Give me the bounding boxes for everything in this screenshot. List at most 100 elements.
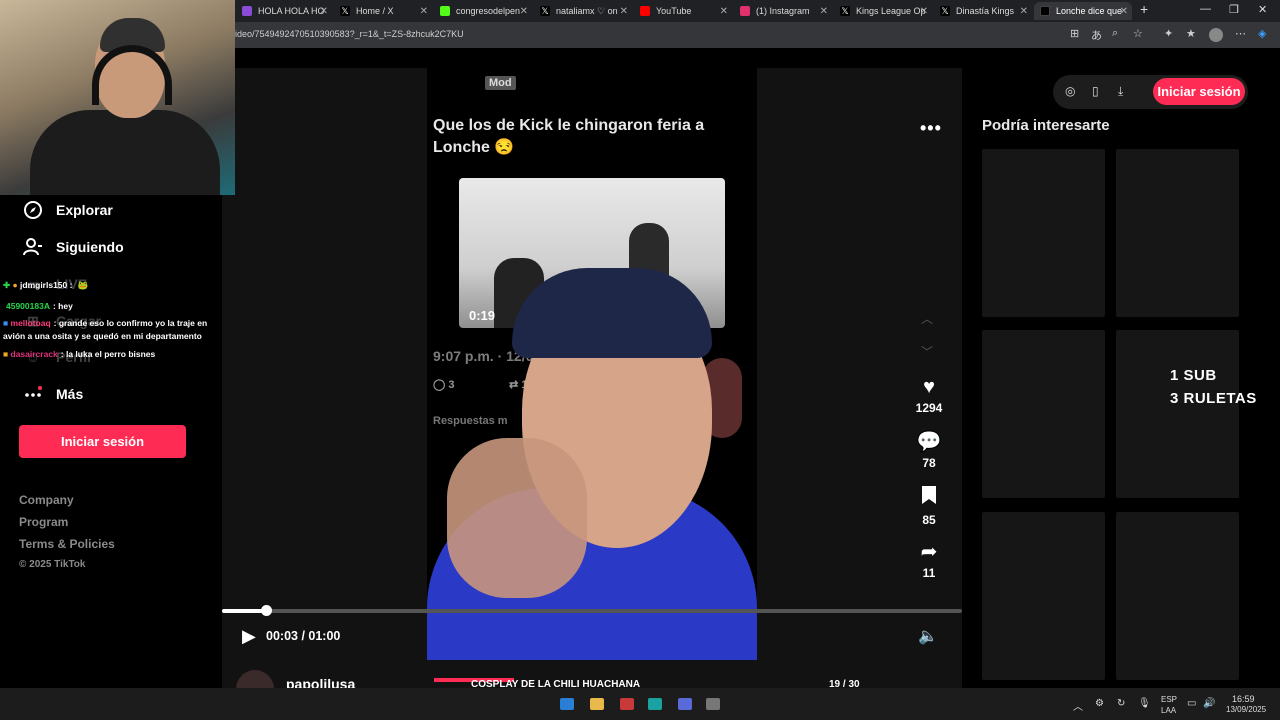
- display-icon[interactable]: ▭: [1187, 698, 1196, 709]
- tab-youtube[interactable]: YouTube ✕: [634, 2, 732, 20]
- twitch-icon: [242, 6, 252, 16]
- new-tab-button[interactable]: +: [1140, 1, 1148, 17]
- volume-icon[interactable]: 🔈: [918, 626, 938, 646]
- author-avatar[interactable]: [236, 670, 274, 688]
- profile-avatar[interactable]: [1209, 28, 1223, 42]
- chevron-up-icon[interactable]: ︿: [921, 310, 933, 327]
- close-window-icon[interactable]: ✕: [1258, 3, 1267, 16]
- network-tray-icon[interactable]: ⚙: [1095, 698, 1104, 709]
- stream-overlay-line1: 1 SUB: [1170, 367, 1217, 384]
- zoom-icon[interactable]: ⌕: [1112, 27, 1118, 40]
- footer-link-company[interactable]: Company: [19, 493, 74, 507]
- tab-nataliamx[interactable]: 𝕏 nataliamx ♡ on ✕: [534, 2, 632, 20]
- like-action[interactable]: ♥ 1294: [900, 375, 958, 415]
- tab-kings-league[interactable]: 𝕏 Kings League Op ✕: [834, 2, 932, 20]
- sidebar-item-mas[interactable]: Más: [22, 383, 83, 405]
- minimize-icon[interactable]: —: [1200, 3, 1211, 15]
- file-explorer-icon[interactable]: [590, 698, 604, 710]
- footer-link-program[interactable]: Program: [19, 515, 68, 529]
- recommended-thumbnail[interactable]: [982, 512, 1105, 680]
- favorite-star-icon[interactable]: ☆: [1133, 27, 1143, 40]
- tab-instagram[interactable]: (1) Instagram ✕: [734, 2, 832, 20]
- tab-lonche[interactable]: Lonche dice que ✕: [1034, 2, 1132, 20]
- tab-hola[interactable]: HOLA HOLA HO ✕: [236, 2, 332, 20]
- user-follow-icon: [22, 236, 44, 258]
- download-icon[interactable]: ⤓: [1118, 84, 1123, 99]
- recommended-thumbnail[interactable]: [982, 149, 1105, 317]
- hand: [447, 438, 587, 598]
- close-icon[interactable]: ✕: [920, 6, 928, 17]
- recommended-thumbnail[interactable]: [982, 330, 1105, 498]
- app-icon[interactable]: [706, 698, 720, 710]
- video-progress-bar[interactable]: [222, 605, 962, 616]
- coin-icon[interactable]: ◎: [1065, 84, 1075, 98]
- app-icon[interactable]: [678, 698, 692, 710]
- chat-message: ✚ ● jdmgirls150 : 🐸: [3, 280, 89, 290]
- cap: [512, 268, 712, 358]
- screen: HOLA HOLA HO ✕ 𝕏 Home / X ✕ congresodelp…: [0, 0, 1280, 720]
- lang-region[interactable]: LAA: [1161, 706, 1176, 715]
- webcam-overlay: [0, 0, 235, 195]
- comment-action[interactable]: 💬 78: [900, 430, 958, 470]
- close-icon[interactable]: ✕: [520, 6, 528, 17]
- sidebar-login-button[interactable]: Iniciar sesión: [19, 425, 186, 458]
- copyright: © 2025 TikTok: [19, 559, 86, 570]
- tweet-text: Que los de Kick le chingaron feria a Lon…: [433, 117, 705, 156]
- restore-icon[interactable]: ❐: [1229, 3, 1239, 16]
- badge-icon: ■: [3, 349, 9, 359]
- tab-home-x[interactable]: 𝕏 Home / X ✕: [334, 2, 432, 20]
- chat-message: ■ dasaircrack: la luka el perro bisnes: [3, 349, 156, 359]
- close-icon[interactable]: ✕: [720, 6, 728, 17]
- share-action[interactable]: ➦ 11: [900, 540, 958, 580]
- close-icon[interactable]: ✕: [1120, 6, 1128, 17]
- tab-dinastia[interactable]: 𝕏 Dinastía Kings ✕: [934, 2, 1032, 20]
- video-player[interactable]: Mod Que los de Kick le chingaron feria a…: [222, 68, 962, 660]
- recommended-thumbnail[interactable]: [1116, 330, 1239, 498]
- like-count: 1294: [915, 401, 943, 415]
- lang-code[interactable]: ESP: [1161, 695, 1177, 704]
- translate-icon[interactable]: あ: [1091, 27, 1102, 43]
- sidebar-item-siguiendo[interactable]: Siguiendo: [22, 236, 124, 258]
- start-icon[interactable]: [560, 698, 574, 710]
- comment-count: 78: [922, 456, 936, 470]
- clock-date[interactable]: 13/09/2025: [1226, 705, 1266, 714]
- menu-dots-icon[interactable]: ⋯: [1235, 27, 1246, 40]
- author-name[interactable]: papolilusa: [286, 676, 355, 688]
- header-login-button[interactable]: Iniciar sesión: [1153, 78, 1245, 105]
- close-icon[interactable]: ✕: [420, 6, 428, 17]
- save-action[interactable]: 85: [900, 485, 958, 527]
- copilot-icon[interactable]: ◈: [1258, 27, 1266, 40]
- sync-icon[interactable]: ↻: [1117, 698, 1125, 709]
- volume-tray-icon[interactable]: 🔊: [1203, 698, 1215, 709]
- clock-time[interactable]: 16:59: [1232, 694, 1255, 704]
- mod-badge: Mod: [485, 76, 516, 90]
- app-icon[interactable]: [620, 698, 634, 710]
- webcam-person-body: [30, 110, 220, 195]
- more-icon: [22, 383, 44, 405]
- favorites-icon[interactable]: ★: [1186, 27, 1196, 40]
- chevron-up-icon[interactable]: ︿: [1073, 698, 1083, 713]
- more-options-icon[interactable]: •••: [920, 118, 942, 139]
- url-field[interactable]: ideo/7549492470510390583?_r=1&_t=ZS-8zhc…: [235, 29, 464, 39]
- sidebar-item-explorar[interactable]: Explorar: [22, 199, 113, 221]
- instagram-icon: [740, 6, 750, 16]
- phone-icon[interactable]: ▯: [1092, 84, 1099, 98]
- close-icon[interactable]: ✕: [320, 6, 328, 17]
- app-install-icon[interactable]: ⊞: [1070, 27, 1079, 40]
- close-icon[interactable]: ✕: [1020, 6, 1028, 17]
- extensions-icon[interactable]: ✦: [1164, 27, 1173, 40]
- share-count: 11: [922, 566, 936, 580]
- compass-icon: [22, 199, 44, 221]
- tab-kick[interactable]: congresodelpen ✕: [434, 2, 532, 20]
- footer-link-terms[interactable]: Terms & Policies: [19, 537, 115, 551]
- emote-icon: 🐸: [77, 280, 89, 290]
- recommended-thumbnail[interactable]: [1116, 149, 1239, 317]
- chevron-down-icon[interactable]: ﹀: [921, 343, 933, 360]
- chat-message: ■ mellotoaq: grande eso lo confirmo yo l…: [3, 318, 208, 328]
- play-icon[interactable]: ▶: [242, 626, 256, 647]
- mic-icon[interactable]: 🎙: [1138, 698, 1151, 709]
- close-icon[interactable]: ✕: [820, 6, 828, 17]
- recommended-thumbnail[interactable]: [1116, 512, 1239, 680]
- edge-icon[interactable]: [648, 698, 662, 710]
- close-icon[interactable]: ✕: [620, 6, 628, 17]
